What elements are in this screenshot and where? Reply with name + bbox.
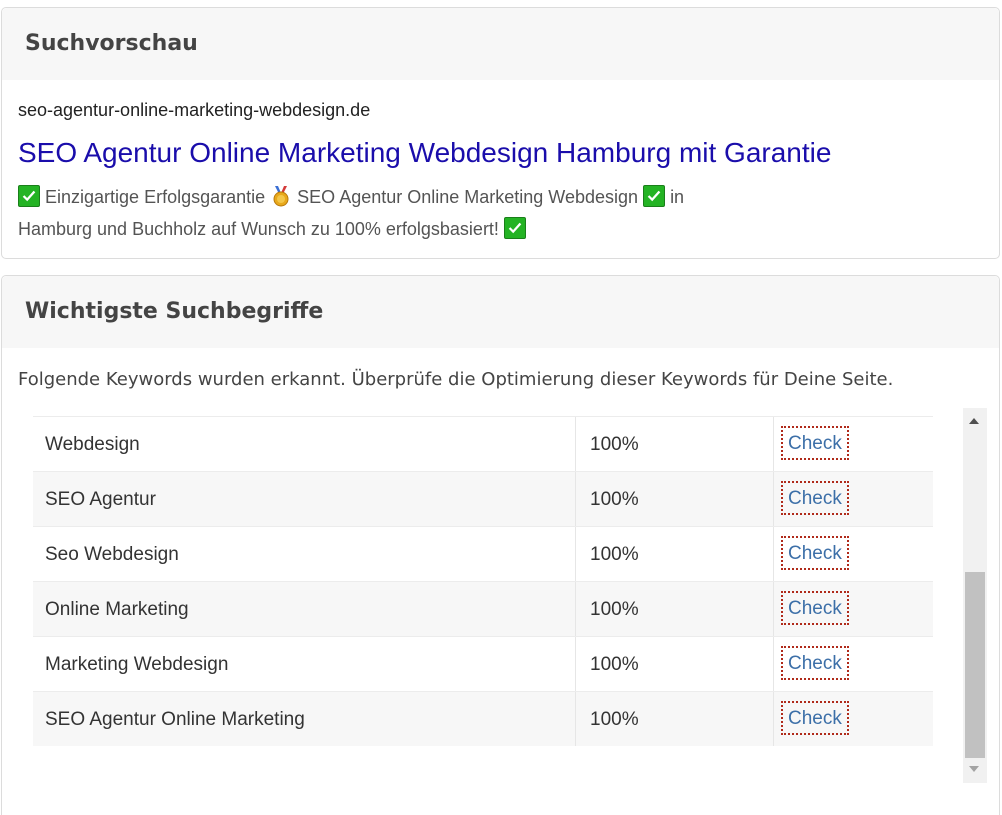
serp-url: seo-agentur-online-marketing-webdesign.d…: [18, 100, 371, 120]
green-check-emoji-icon: [18, 185, 40, 207]
check-cell: Check: [774, 417, 933, 472]
keyword-cell: SEO Agentur Online Marketing: [33, 692, 576, 746]
check-link[interactable]: Check: [781, 536, 849, 571]
serp-description-text: Hamburg und Buchholz auf Wunsch zu 100% …: [18, 219, 499, 239]
scrollbar-thumb[interactable]: [965, 572, 985, 758]
medal-emoji-icon: [273, 186, 289, 207]
keyword-cell: Seo Webdesign: [33, 527, 576, 582]
search-preview-panel: Suchvorschau seo-agentur-online-marketin…: [1, 7, 1000, 259]
serp-description-text: in: [670, 187, 685, 207]
check-cell: Check: [774, 527, 933, 582]
table-row: Seo Webdesign 100% Check: [33, 526, 933, 582]
percent-cell: 100%: [576, 472, 774, 527]
scroll-down-arrow-icon[interactable]: [969, 766, 979, 772]
keyword-cell: Online Marketing: [33, 582, 576, 637]
keywords-panel: Wichtigste Suchbegriffe Folgende Keyword…: [1, 275, 1000, 815]
check-link[interactable]: Check: [781, 591, 849, 626]
table-row: SEO Agentur Online Marketing 100% Check: [33, 691, 933, 746]
check-link[interactable]: Check: [781, 646, 849, 681]
green-check-emoji-icon: [503, 217, 526, 239]
scroll-up-arrow-icon[interactable]: [969, 418, 979, 424]
serp-description-text: SEO Agentur Online Marketing Webdesign: [297, 187, 639, 207]
check-cell: Check: [774, 637, 933, 692]
percent-cell: 100%: [576, 527, 774, 582]
keywords-table[interactable]: Webdesign 100% Check SEO Agentur 100% Ch…: [33, 406, 933, 746]
check-cell: Check: [774, 692, 933, 746]
percent-cell: 100%: [576, 637, 774, 692]
table-scrollbar[interactable]: [963, 408, 987, 783]
keyword-cell: Webdesign: [33, 417, 576, 472]
check-cell: Check: [774, 582, 933, 637]
check-cell: Check: [774, 472, 933, 527]
table-row: SEO Agentur 100% Check: [33, 471, 933, 527]
check-link[interactable]: Check: [781, 481, 849, 516]
check-link[interactable]: Check: [781, 426, 849, 461]
table-row: Online Marketing 100% Check: [33, 581, 933, 637]
table-row: Webdesign 100% Check: [33, 416, 933, 472]
search-preview-heading: Suchvorschau: [2, 8, 999, 80]
check-link[interactable]: Check: [781, 701, 849, 736]
percent-cell: 100%: [576, 692, 774, 746]
serp-description: Einzigartige Erfolgsgarantie SEO Agentur…: [18, 181, 838, 245]
serp-description-text: Einzigartige Erfolgsgarantie: [45, 187, 266, 207]
keywords-intro: Folgende Keywords wurden erkannt. Überpr…: [18, 369, 894, 390]
percent-cell: 100%: [576, 582, 774, 637]
keyword-cell: Marketing Webdesign: [33, 637, 576, 692]
keyword-cell: SEO Agentur: [33, 472, 576, 527]
percent-cell: 100%: [576, 417, 774, 472]
serp-title[interactable]: SEO Agentur Online Marketing Webdesign H…: [18, 137, 831, 169]
table-row: Marketing Webdesign 100% Check: [33, 636, 933, 692]
green-check-emoji-icon: [643, 185, 666, 207]
keywords-heading: Wichtigste Suchbegriffe: [2, 276, 999, 348]
